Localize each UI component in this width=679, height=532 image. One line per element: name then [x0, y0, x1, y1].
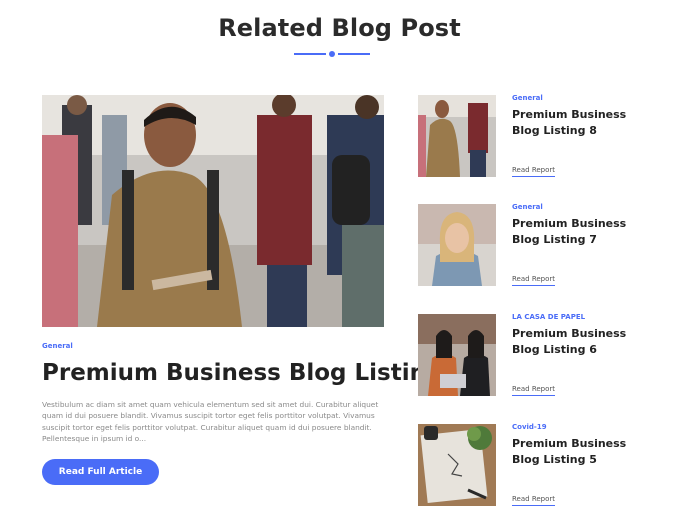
featured-post-category[interactable]: General: [42, 342, 73, 350]
post-category[interactable]: LA CASA DE PAPEL: [512, 313, 585, 321]
sidebar-post: General Premium Business Blog Listing 8 …: [418, 94, 658, 185]
post-thumbnail[interactable]: [418, 95, 496, 177]
read-report-link[interactable]: Read Report: [512, 495, 556, 506]
sidebar-post: Covid-19 Premium Business Blog Listing 5…: [418, 423, 658, 514]
post-thumbnail[interactable]: [418, 314, 496, 396]
sidebar-post: LA CASA DE PAPEL Premium Business Blog L…: [418, 313, 658, 404]
featured-post-image[interactable]: [42, 95, 384, 327]
post-category[interactable]: General: [512, 203, 543, 211]
sidebar-post: General Premium Business Blog Listing 7 …: [418, 203, 658, 294]
post-title[interactable]: Premium Business Blog Listing 6: [512, 326, 652, 358]
post-title[interactable]: Premium Business Blog Listing 7: [512, 216, 652, 248]
read-report-link[interactable]: Read Report: [512, 275, 556, 286]
post-thumbnail[interactable]: [418, 424, 496, 506]
post-category[interactable]: General: [512, 94, 543, 102]
post-category[interactable]: Covid-19: [512, 423, 547, 431]
section-title: Related Blog Post: [218, 14, 461, 42]
post-thumbnail[interactable]: [418, 204, 496, 286]
featured-post-title[interactable]: Premium Business Blog Listing 8: [42, 360, 466, 386]
read-full-article-button[interactable]: Read Full Article: [42, 459, 159, 485]
read-report-link[interactable]: Read Report: [512, 166, 556, 177]
post-title[interactable]: Premium Business Blog Listing 5: [512, 436, 652, 468]
read-report-link[interactable]: Read Report: [512, 385, 556, 396]
post-title[interactable]: Premium Business Blog Listing 8: [512, 107, 652, 139]
featured-post-excerpt: Vestibulum ac diam sit amet quam vehicul…: [42, 400, 379, 444]
title-divider: [294, 51, 370, 57]
